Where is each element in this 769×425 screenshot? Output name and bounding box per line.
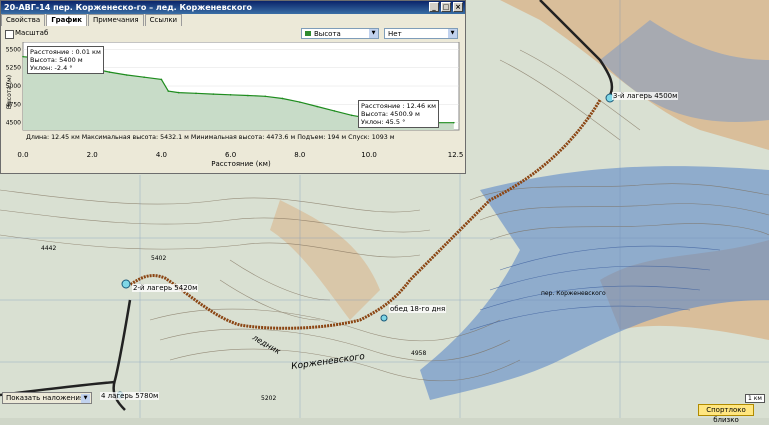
camp4-label[interactable]: 4 лагерь 5780м [100,392,160,400]
second-series-select[interactable]: Нет ▼ [384,28,458,39]
height-label: 5402 [151,255,167,262]
elevation-point [333,110,336,112]
series-color-swatch [305,31,311,36]
x-tick-label: 6.0 [225,151,236,159]
window-titlebar[interactable]: 20-АВГ-14 пер. Корженеско-го – лед. Корж… [1,1,465,14]
y-tick-label: 5500 [6,46,21,53]
scale-label: Масштаб [15,29,49,37]
x-tick-label: 2.0 [87,151,98,159]
elevation-point [229,94,232,96]
tooltip-end: Расстояние : 12.46 км Высота: 4500.9 м У… [358,100,440,128]
height-label: 4442 [41,245,57,252]
height-label: 5202 [261,395,277,402]
y-tick-label: 5250 [6,65,21,72]
tooltip-slope: Уклон: 45.5 ° [361,118,406,126]
nearby-button[interactable]: Спортлоко близко [698,404,754,424]
tooltip-altitude: Высота: 4500.9 м [361,110,420,118]
x-tick-label: 0.0 [17,151,28,159]
tab-properties[interactable]: Свойства [1,14,46,26]
tooltip-distance: Расстояние : 0.01 км [30,48,101,56]
scale-checkbox[interactable] [5,30,14,39]
elevation-point [108,71,111,73]
elevation-point [281,97,284,100]
x-tick-label: 8.0 [294,151,305,159]
elevation-point [350,114,353,117]
elevation-chart[interactable]: 0.0 2.0 4.0 6.0 8.0 10.0 12.5 5500 5250 5000 4750… [3,41,463,172]
profile-window: 20-АВГ-14 пер. Корженеско-го – лед. Корж… [0,0,466,174]
x-tick-label: 12.5 [448,151,463,159]
close-button[interactable]: × [453,2,463,12]
elevation-point [177,91,180,94]
x-tick-label: 10.0 [361,151,377,159]
tab-chart[interactable]: График [46,14,87,26]
tooltip-start: Расстояние : 0.01 км Высота: 5400 м Укло… [27,46,104,74]
chart-toolbar: Масштаб Высота ▼ Нет ▼ [1,27,465,41]
elevation-point [126,74,128,76]
camp3-label[interactable]: 3-й лагерь 4500м [612,92,679,100]
tab-bar: Свойства График Примечания Ссылки [1,14,183,26]
camp2-label[interactable]: 2-й лагерь 5420м [132,284,199,292]
tooltip-altitude: Высота: 5400 м [30,56,83,64]
elevation-point [264,95,267,98]
elevation-point [212,93,215,95]
y-axis-label: Высота (м) [6,75,13,109]
x-axis-label: Расстояние (км) [211,160,271,168]
second-series-value: Нет [388,30,402,38]
elevation-point [299,101,301,103]
tab-links[interactable]: Ссылки [144,14,183,26]
chevron-down-icon[interactable]: ▼ [369,29,378,38]
overlay-select[interactable]: Показать наложения ▼ [2,392,92,404]
elevation-point [453,121,455,124]
elevation-point [195,92,197,95]
elevation-point [247,94,249,97]
elevation-point [22,55,24,58]
chevron-down-icon[interactable]: ▼ [448,29,457,38]
y-axis-select-value: Высота [314,30,341,38]
elevation-point [160,78,163,81]
chevron-down-icon[interactable]: ▼ [81,394,90,403]
minimize-button[interactable]: _ [429,2,439,12]
tooltip-slope: Уклон: -2.4 ° [30,64,73,72]
tab-notes[interactable]: Примечания [87,14,144,26]
height-label: 4958 [411,350,427,357]
elevation-point [167,90,170,92]
elevation-point [143,76,145,78]
overlay-select-value: Показать наложения [6,394,85,402]
pass-label: пер. Корженевского [541,290,606,297]
lunch-label[interactable]: обед 18-го дня [389,305,447,313]
route-stats: Длина: 12.45 км Максимальная высота: 543… [26,134,395,141]
tooltip-distance: Расстояние : 12.46 км [361,102,437,110]
maximize-button[interactable]: □ [441,2,451,12]
y-tick-label: 4500 [6,120,21,127]
y-axis-select[interactable]: Высота ▼ [301,28,379,39]
x-tick-label: 4.0 [156,151,167,159]
elevation-point [316,105,318,108]
window-title: 20-АВГ-14 пер. Корженеско-го – лед. Корж… [4,3,252,12]
scale-bar: 1 км [745,394,765,403]
